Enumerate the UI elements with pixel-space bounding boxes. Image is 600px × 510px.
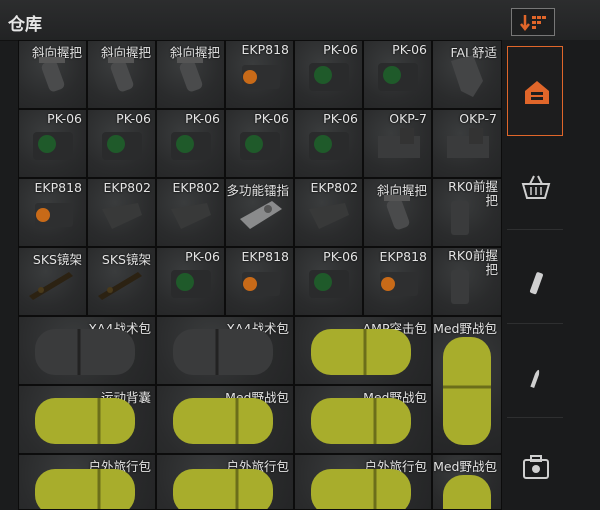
item-slot[interactable]: EKP818: [225, 40, 294, 109]
category-sidebar: [502, 40, 600, 510]
item-slot[interactable]: EKP802: [156, 178, 225, 247]
inventory-grid: 斜向握把 斜向握把 斜向握把 EKP818 PK-06 PK-06 FAL舒适 …: [18, 40, 502, 510]
black-backpack-icon: [35, 329, 135, 375]
item-slot-bag[interactable]: 户外旅行包: [18, 454, 156, 510]
red-dot-sight-icon: [242, 65, 280, 89]
holo-sight-icon: [309, 132, 349, 160]
item-slot[interactable]: PK-06: [87, 109, 156, 178]
item-slot[interactable]: PK-06: [363, 40, 432, 109]
okp-sight-icon: [378, 128, 420, 158]
holo-sight-icon: [33, 132, 73, 160]
holo-sight-icon: [378, 63, 418, 91]
green-backpack-icon: [443, 337, 491, 445]
stock-icon: [451, 55, 483, 97]
green-backpack-icon: [35, 469, 135, 509]
item-slot[interactable]: EKP818: [225, 247, 294, 316]
item-slot-bag[interactable]: Med野战包: [432, 316, 502, 454]
sight-mount-icon: [102, 203, 142, 229]
item-slot-bag[interactable]: XA4战术包: [18, 316, 156, 385]
page-title: 仓库: [8, 15, 42, 35]
basket-icon: [521, 175, 551, 199]
green-backpack-icon: [311, 398, 411, 444]
scope-mount-icon: [98, 272, 142, 300]
item-slot[interactable]: RK0前握把: [432, 247, 502, 316]
red-dot-sight-icon: [380, 272, 418, 296]
item-slot[interactable]: OKP-7: [432, 109, 502, 178]
tab-magazine[interactable]: [507, 230, 563, 324]
item-slot[interactable]: 斜向握把: [18, 40, 87, 109]
warehouse-icon: [525, 81, 549, 104]
item-slot[interactable]: 多功能镭指: [225, 178, 294, 247]
item-slot[interactable]: PK-06: [225, 109, 294, 178]
red-dot-sight-icon: [35, 203, 73, 227]
item-slot[interactable]: 斜向握把: [87, 40, 156, 109]
item-slot[interactable]: SKS镜架: [87, 247, 156, 316]
item-slot-bag[interactable]: Med野战包: [294, 385, 432, 454]
item-slot[interactable]: OKP-7: [363, 109, 432, 178]
item-slot[interactable]: 斜向握把: [156, 40, 225, 109]
holo-sight-icon: [171, 270, 211, 298]
green-backpack-icon: [173, 398, 273, 444]
laser-module-icon: [240, 201, 282, 229]
item-slot-bag[interactable]: AMP突击包: [294, 316, 432, 385]
item-slot[interactable]: RK0前握把: [432, 178, 502, 247]
item-slot-bag[interactable]: 户外旅行包: [294, 454, 432, 510]
item-slot[interactable]: EKP802: [294, 178, 363, 247]
bullet-icon: [530, 369, 540, 389]
green-backpack-icon: [311, 329, 411, 375]
green-backpack-icon: [35, 398, 135, 444]
black-backpack-icon: [173, 329, 273, 375]
item-slot[interactable]: PK-06: [294, 247, 363, 316]
grip-icon: [384, 195, 410, 230]
green-backpack-icon: [173, 469, 273, 509]
holo-sight-icon: [102, 132, 142, 160]
tab-warehouse[interactable]: [507, 46, 563, 136]
holo-sight-icon: [240, 132, 280, 160]
sight-mount-icon: [171, 203, 211, 229]
sort-descending-grid-icon: [520, 15, 546, 32]
item-slot-bag[interactable]: Med野战包: [432, 454, 502, 510]
item-slot[interactable]: PK-06: [294, 109, 363, 178]
warehouse-header: 仓库: [0, 0, 600, 41]
item-slot-bag[interactable]: 运动背囊: [18, 385, 156, 454]
item-slot-bag[interactable]: Med野战包: [156, 385, 294, 454]
item-slot-bag[interactable]: 户外旅行包: [156, 454, 294, 510]
okp-sight-icon: [447, 128, 489, 158]
item-slot[interactable]: PK-06: [294, 40, 363, 109]
grip-icon: [39, 57, 65, 92]
item-slot[interactable]: EKP818: [18, 178, 87, 247]
green-backpack-icon: [311, 469, 411, 509]
grip-icon: [177, 57, 203, 92]
foregrip-icon: [451, 201, 469, 235]
holo-sight-icon: [309, 63, 349, 91]
red-dot-sight-icon: [242, 272, 280, 296]
sort-button[interactable]: [511, 8, 555, 36]
tab-medical[interactable]: [507, 418, 563, 510]
item-slot[interactable]: 斜向握把: [363, 178, 432, 247]
item-slot[interactable]: FAL舒适: [432, 40, 502, 109]
sight-mount-icon: [309, 203, 349, 229]
item-slot[interactable]: PK-06: [156, 109, 225, 178]
green-backpack-icon: [443, 475, 491, 509]
item-slot[interactable]: SKS镜架: [18, 247, 87, 316]
item-slot[interactable]: EKP818: [363, 247, 432, 316]
tab-basket[interactable]: [507, 136, 563, 230]
item-slot[interactable]: PK-06: [18, 109, 87, 178]
foregrip-icon: [451, 270, 469, 304]
grip-icon: [108, 57, 134, 92]
medkit-icon: [523, 455, 549, 479]
holo-sight-icon: [309, 270, 349, 298]
magazine-icon: [529, 272, 543, 295]
holo-sight-icon: [171, 132, 211, 160]
item-slot[interactable]: PK-06: [156, 247, 225, 316]
item-slot[interactable]: EKP802: [87, 178, 156, 247]
tab-ammo[interactable]: [507, 324, 563, 418]
scope-mount-icon: [29, 272, 73, 300]
item-slot-bag[interactable]: XA4战术包: [156, 316, 294, 385]
